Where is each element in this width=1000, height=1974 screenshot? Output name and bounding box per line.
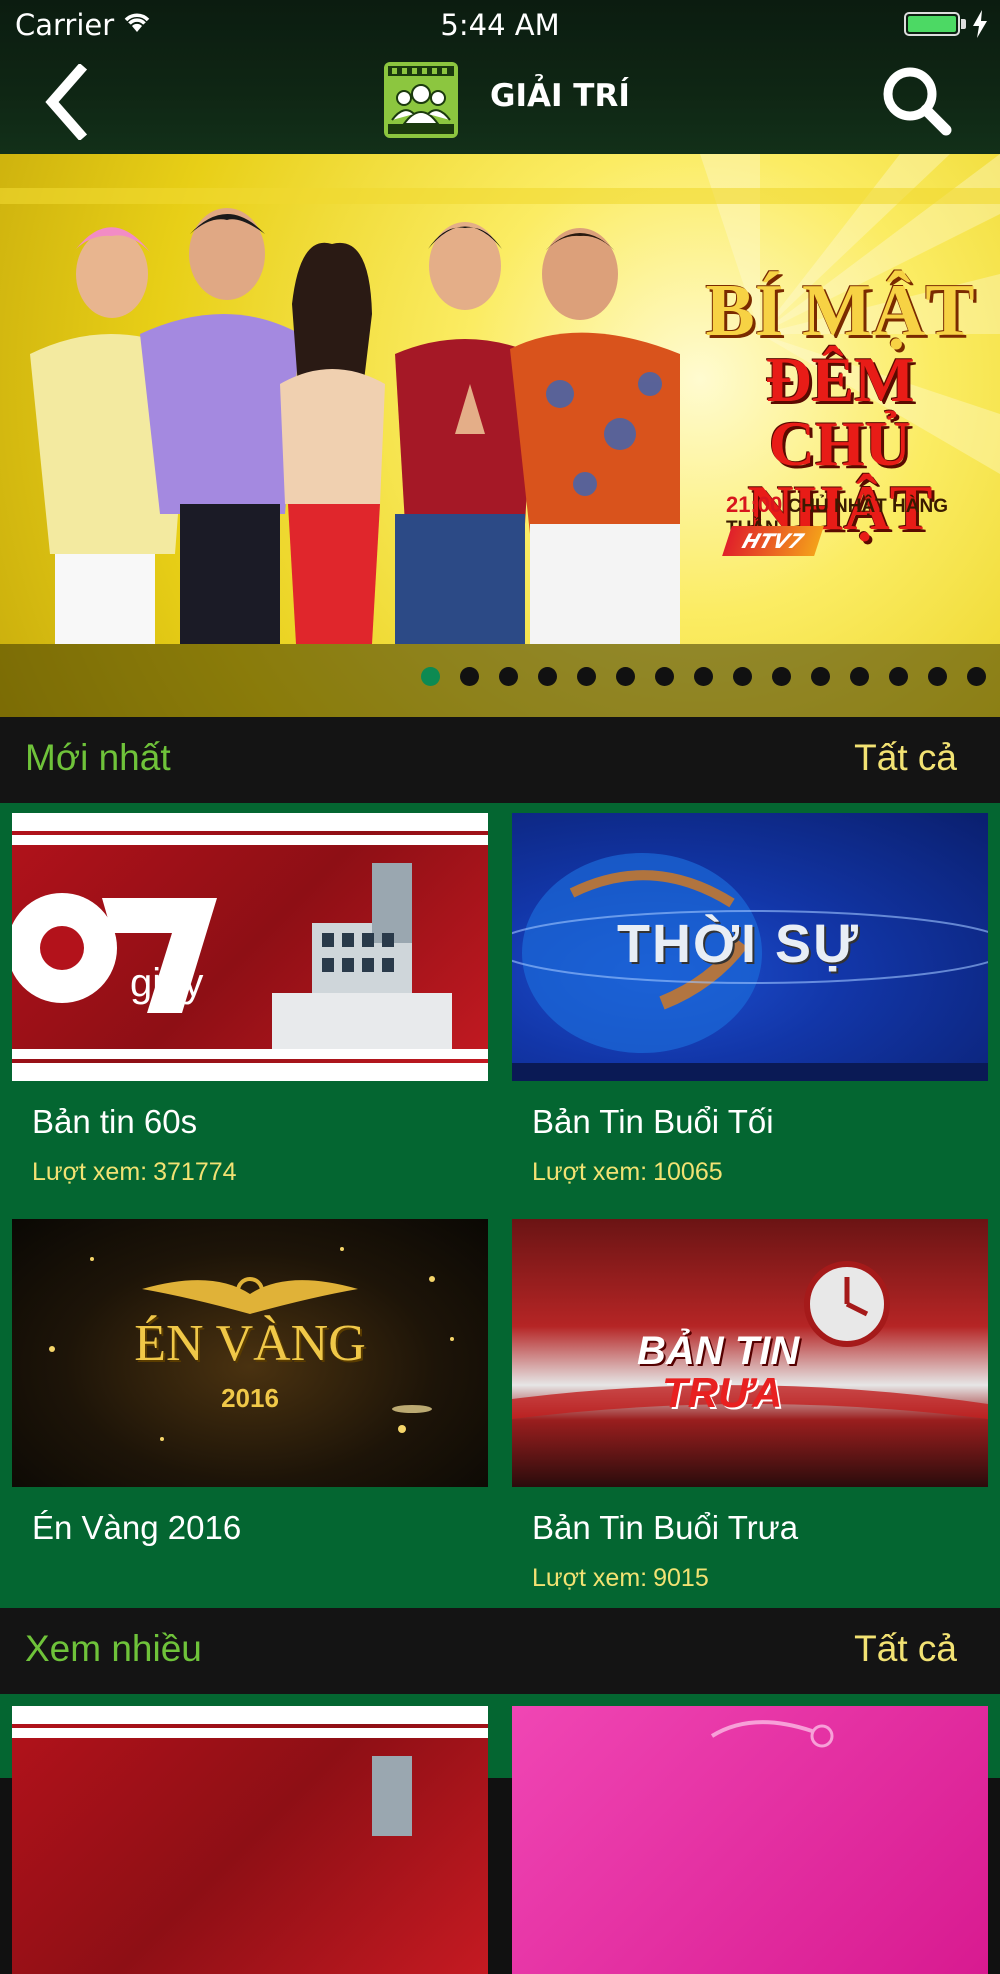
- view-count-label: Lượt xem:: [532, 1158, 648, 1186]
- thumbnail-text: BẢN TIN: [637, 1329, 800, 1373]
- view-count-label: Lượt xem:: [32, 1158, 148, 1186]
- featured-banner[interactable]: BÍ MẬT ĐÊM CHỦ NHẬT 21:00 CHỦ NHẬT HÀNG …: [0, 154, 1000, 717]
- thumbnail-subtext: 2016: [221, 1383, 279, 1413]
- section-title: Mới nhất: [25, 737, 171, 778]
- section-title: Xem nhiều: [25, 1628, 202, 1669]
- carousel-dot[interactable]: [967, 667, 986, 686]
- video-card[interactable]: BẢN TIN TRƯA Bản Tin Buổi Trưa Lượt xem:…: [512, 1219, 988, 1592]
- video-title: Bản Tin Buổi Trưa: [532, 1509, 799, 1546]
- video-card[interactable]: ÉN VÀNG 2016 Én Vàng 2016: [12, 1219, 488, 1546]
- see-all-button[interactable]: Tất cả: [854, 1628, 957, 1670]
- hosts-illustration: [30, 208, 680, 644]
- status-bar: Carrier 5:44 AM: [0, 0, 1000, 50]
- carousel-dot[interactable]: [577, 667, 596, 686]
- charging-icon: [973, 10, 987, 38]
- view-count-value: 9015: [653, 1564, 709, 1592]
- people-film-icon: [384, 62, 458, 138]
- video-thumbnail: giây: [12, 813, 488, 1081]
- carousel-dot[interactable]: [616, 667, 635, 686]
- view-count: Lượt xem: 10065: [532, 1158, 723, 1187]
- carousel-dot[interactable]: [655, 667, 674, 686]
- chevron-left-icon[interactable]: [42, 64, 92, 140]
- thumbnail-text: THỜI SỰ: [617, 914, 860, 974]
- view-count: Lượt xem: 9015: [532, 1564, 709, 1593]
- video-card[interactable]: THỜI SỰ Bản Tin Buổi Tối Lượt xem: 10065: [512, 813, 988, 1186]
- top-bar: Carrier 5:44 AM GIẢI TRÍ: [0, 0, 1000, 154]
- view-count-label: Lượt xem:: [532, 1564, 648, 1592]
- view-count-value: 371774: [153, 1158, 237, 1186]
- carousel-dot[interactable]: [889, 667, 908, 686]
- battery-icon: [904, 12, 960, 36]
- page-title: GIẢI TRÍ: [490, 78, 630, 114]
- video-card[interactable]: [12, 1706, 488, 1974]
- video-card[interactable]: giây Bản tin 60s Lượt xem: 371774: [12, 813, 488, 1186]
- nav-bar: GIẢI TRÍ: [0, 50, 1000, 154]
- view-count: Lượt xem: 371774: [32, 1158, 237, 1187]
- carousel-dot[interactable]: [733, 667, 752, 686]
- video-thumbnail: BẢN TIN TRƯA: [512, 1219, 988, 1487]
- search-icon[interactable]: [880, 64, 952, 136]
- thumbnail-text: ÉN VÀNG: [134, 1315, 366, 1372]
- thumbnail-text: giây: [130, 961, 204, 1005]
- video-thumbnail: ÉN VÀNG 2016: [12, 1219, 488, 1487]
- carousel-dot[interactable]: [928, 667, 947, 686]
- video-title: Bản tin 60s: [32, 1103, 198, 1140]
- see-all-button[interactable]: Tất cả: [854, 737, 957, 779]
- video-title: Bản Tin Buổi Tối: [532, 1103, 774, 1140]
- carousel-dot[interactable]: [421, 667, 440, 686]
- section-header-most-viewed: Xem nhiều Tất cả: [0, 1608, 1000, 1694]
- carousel-dot[interactable]: [694, 667, 713, 686]
- thumbnail-subtext: TRƯA: [662, 1369, 783, 1416]
- broadcast-time: 21:00: [726, 492, 783, 517]
- carousel-pagination: [421, 667, 986, 686]
- video-thumbnail: [512, 1706, 988, 1974]
- video-card[interactable]: [512, 1706, 988, 1974]
- latest-grid: giây Bản tin 60s Lượt xem: 371774 THỜI SỰ…: [0, 803, 1000, 1608]
- view-count-value: 10065: [653, 1158, 723, 1186]
- battery-tip: [961, 19, 966, 29]
- carousel-dot[interactable]: [850, 667, 869, 686]
- video-thumbnail: [12, 1706, 488, 1974]
- most-viewed-grid: [0, 1694, 1000, 1974]
- show-title-line1: BÍ MẬT: [705, 270, 975, 352]
- video-title: Én Vàng 2016: [32, 1509, 242, 1546]
- carousel-dot[interactable]: [460, 667, 479, 686]
- channel-logo: HTV7: [722, 526, 824, 556]
- carousel-dot[interactable]: [538, 667, 557, 686]
- carousel-dot[interactable]: [811, 667, 830, 686]
- carousel-dot[interactable]: [499, 667, 518, 686]
- section-header-latest: Mới nhất Tất cả: [0, 717, 1000, 803]
- carousel-dot[interactable]: [772, 667, 791, 686]
- clock: 5:44 AM: [440, 8, 560, 42]
- video-thumbnail: THỜI SỰ: [512, 813, 988, 1081]
